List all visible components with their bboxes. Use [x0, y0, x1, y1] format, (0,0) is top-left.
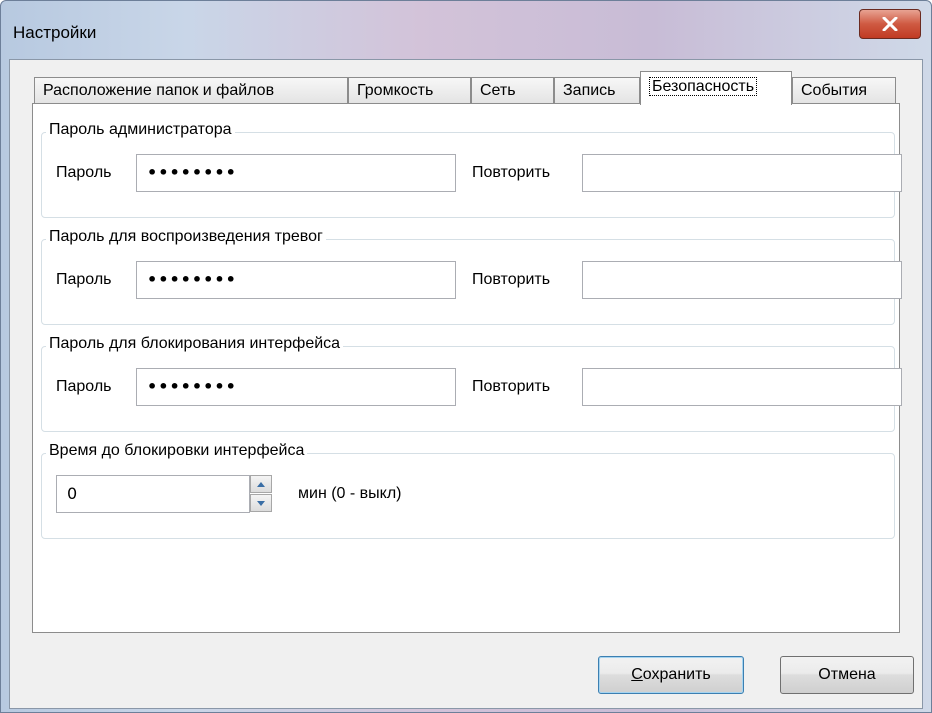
close-button[interactable] [859, 9, 921, 39]
tab-security[interactable]: Безопасность [640, 71, 792, 105]
repeat-label: Повторить [472, 164, 551, 181]
lock-timeout-input[interactable]: 0 [56, 475, 250, 513]
admin-password-group: Пароль администратора Пароль •••••••• По… [41, 121, 902, 218]
arrow-up-icon [257, 481, 265, 487]
lock-repeat-input[interactable] [582, 368, 902, 406]
tab-recording[interactable]: Запись [554, 77, 640, 104]
group-title: Время до блокировки интерфейса [46, 442, 308, 460]
tab-folders-files[interactable]: Расположение папок и файлов [34, 77, 348, 104]
spin-up-button[interactable] [250, 475, 272, 493]
settings-window: Настройки Расположение папок и файлов Гр… [0, 0, 932, 713]
arrow-down-icon [257, 500, 265, 506]
tab-volume[interactable]: Громкость [348, 77, 471, 104]
tab-label: Сеть [480, 82, 516, 99]
repeat-label: Повторить [472, 271, 551, 288]
admin-password-input[interactable]: •••••••• [136, 154, 456, 192]
window-title: Настройки [13, 23, 97, 42]
tab-label: Запись [563, 82, 616, 99]
spin-down-button[interactable] [250, 494, 272, 512]
tab-network[interactable]: Сеть [471, 77, 554, 104]
lock-timeout-group: Время до блокировки интерфейса 0 мин (0 … [41, 442, 895, 539]
tab-label: Громкость [357, 82, 434, 99]
tab-label: События [801, 82, 868, 99]
title-bar[interactable]: Настройки [1, 1, 931, 59]
dialog-client-area: Расположение папок и файлов Громкость Се… [9, 59, 923, 709]
lock-password-input[interactable]: •••••••• [136, 368, 456, 406]
close-icon [882, 17, 898, 31]
tab-label: Безопасность [649, 77, 758, 96]
repeat-label: Повторить [472, 378, 551, 395]
group-title: Пароль администратора [46, 121, 235, 139]
group-title: Пароль для воспроизведения тревог [46, 228, 326, 246]
lock-password-group: Пароль для блокирования интерфейса Парол… [41, 335, 902, 432]
group-title: Пароль для блокирования интерфейса [46, 335, 344, 353]
save-button[interactable]: Сохранить [598, 656, 744, 694]
tab-label: Расположение папок и файлов [43, 82, 275, 99]
alarm-password-input[interactable]: •••••••• [136, 261, 456, 299]
alarm-password-group: Пароль для воспроизведения тревог Пароль… [41, 228, 902, 325]
admin-repeat-input[interactable] [582, 154, 902, 192]
tab-events[interactable]: События [792, 77, 896, 104]
password-label: Пароль [56, 378, 112, 395]
save-accelerator: С [631, 666, 643, 683]
password-label: Пароль [56, 164, 112, 181]
security-tab-panel: Пароль администратора Пароль •••••••• По… [32, 103, 902, 633]
lock-timeout-spinner [250, 475, 274, 513]
cancel-label: Отмена [818, 666, 876, 683]
alarm-repeat-input[interactable] [582, 261, 902, 299]
save-label: охранить [642, 666, 711, 683]
timeout-unit-label: мин (0 - выкл) [298, 485, 402, 502]
cancel-button[interactable]: Отмена [780, 656, 914, 694]
password-label: Пароль [56, 271, 112, 288]
